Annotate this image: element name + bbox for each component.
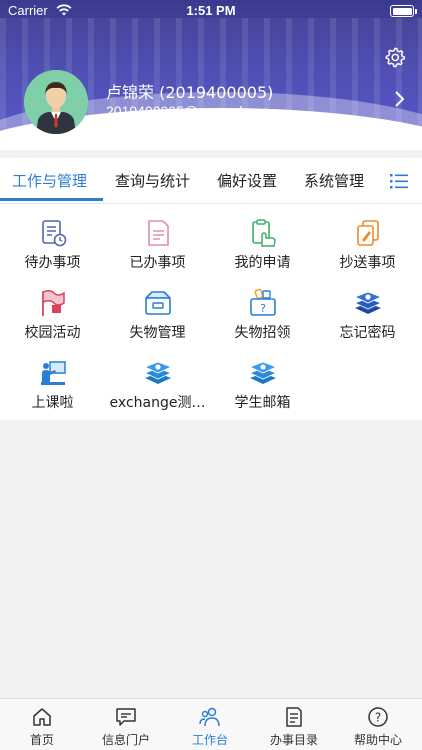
bottom-tab-bar: 首页 信息门户 工作台 办事目录 ? 帮助中心 (0, 698, 422, 750)
app-class-start[interactable]: 上课啦 (0, 344, 105, 416)
lost-found-box-icon (145, 291, 171, 315)
clock-time: 1:51 PM (186, 3, 236, 18)
nav-label: 信息门户 (101, 733, 150, 747)
nav-help-center[interactable]: ? 帮助中心 (336, 699, 420, 750)
nav-info-portal[interactable]: 信息门户 (84, 699, 168, 750)
app-my-application[interactable]: 我的申请 (210, 204, 315, 276)
battery-tip (415, 9, 417, 14)
app-done[interactable]: 已办事项 (105, 204, 210, 276)
nav-home[interactable]: 首页 (0, 699, 84, 750)
app-exchange-test[interactable]: exchange测… (105, 344, 210, 416)
user-avatar-icon (24, 70, 88, 134)
stack-layers-icon (143, 361, 173, 384)
app-label: 上课啦 (31, 395, 74, 411)
app-student-mail[interactable]: 学生邮箱 (210, 344, 315, 416)
app-label: 学生邮箱 (234, 395, 291, 411)
status-bar: Carrier 1:51 PM (0, 0, 422, 22)
svg-text:?: ? (260, 302, 266, 315)
app-todo[interactable]: 待办事项 (0, 204, 105, 276)
svg-text:?: ? (375, 711, 381, 725)
service-catalog-icon (286, 707, 302, 727)
app-forgot-password[interactable]: 忘记密码 (315, 274, 420, 346)
classroom-teacher-icon (41, 361, 66, 385)
home-icon (33, 708, 51, 726)
user-email: 2019400005@zwu.edu.cn (106, 103, 269, 119)
app-cc-items[interactable]: 抄送事项 (315, 204, 420, 276)
app-label: 校园活动 (24, 325, 81, 341)
workbench-people-icon (199, 707, 220, 727)
nav-service-catalog[interactable]: 办事目录 (252, 699, 336, 750)
app-label: 抄送事项 (339, 255, 396, 271)
nav-label: 工作台 (191, 733, 228, 747)
nav-label: 首页 (29, 733, 54, 747)
message-portal-icon (116, 708, 136, 726)
app-lost-claim[interactable]: ? 失物招领 (210, 274, 315, 346)
settings-gear-icon[interactable] (384, 46, 406, 68)
cc-docs-icon (357, 220, 379, 246)
stack-layers-icon (353, 291, 383, 314)
app-grid: 待办事项 已办事项 我的申请 抄送事项 校园活动 失物管理 ? 失物招领 忘记密… (0, 204, 422, 420)
app-label: exchange测… (109, 395, 206, 411)
user-name: 卢锦荣 (2019400005) (106, 83, 274, 102)
app-label: 待办事项 (24, 255, 81, 271)
tab-system-management[interactable]: 系统管理 (304, 170, 364, 191)
nav-label: 帮助中心 (353, 733, 402, 747)
chevron-right-icon[interactable] (394, 90, 406, 108)
tab-query-statistics[interactable]: 查询与统计 (115, 170, 190, 191)
nav-label: 办事目录 (269, 733, 318, 747)
tab-work-management[interactable]: 工作与管理 (12, 170, 87, 191)
list-menu-icon[interactable] (390, 172, 408, 190)
lost-claim-question-box-icon: ? (250, 288, 276, 316)
app-label: 忘记密码 (339, 325, 396, 341)
campus-activity-flag-icon (42, 289, 65, 316)
todo-doc-clock-icon (42, 220, 67, 247)
active-tab-indicator (0, 198, 103, 201)
app-label: 已办事项 (129, 255, 186, 271)
app-campus-activity[interactable]: 校园活动 (0, 274, 105, 346)
stack-layers-icon (248, 361, 278, 384)
app-label: 失物招领 (234, 325, 291, 341)
nav-workbench[interactable]: 工作台 (168, 699, 252, 750)
app-lost-management[interactable]: 失物管理 (105, 274, 210, 346)
app-label: 我的申请 (234, 255, 291, 271)
done-doc-icon (148, 220, 169, 246)
tab-preferences[interactable]: 偏好设置 (217, 170, 277, 191)
my-application-hand-icon (252, 219, 276, 247)
avatar[interactable] (24, 70, 88, 134)
help-circle-icon: ? (368, 707, 388, 727)
app-label: 失物管理 (129, 325, 186, 341)
battery-icon (390, 5, 414, 17)
profile-header: Carrier 1:51 PM 卢锦荣 (2019400005) 2019400… (0, 0, 422, 150)
